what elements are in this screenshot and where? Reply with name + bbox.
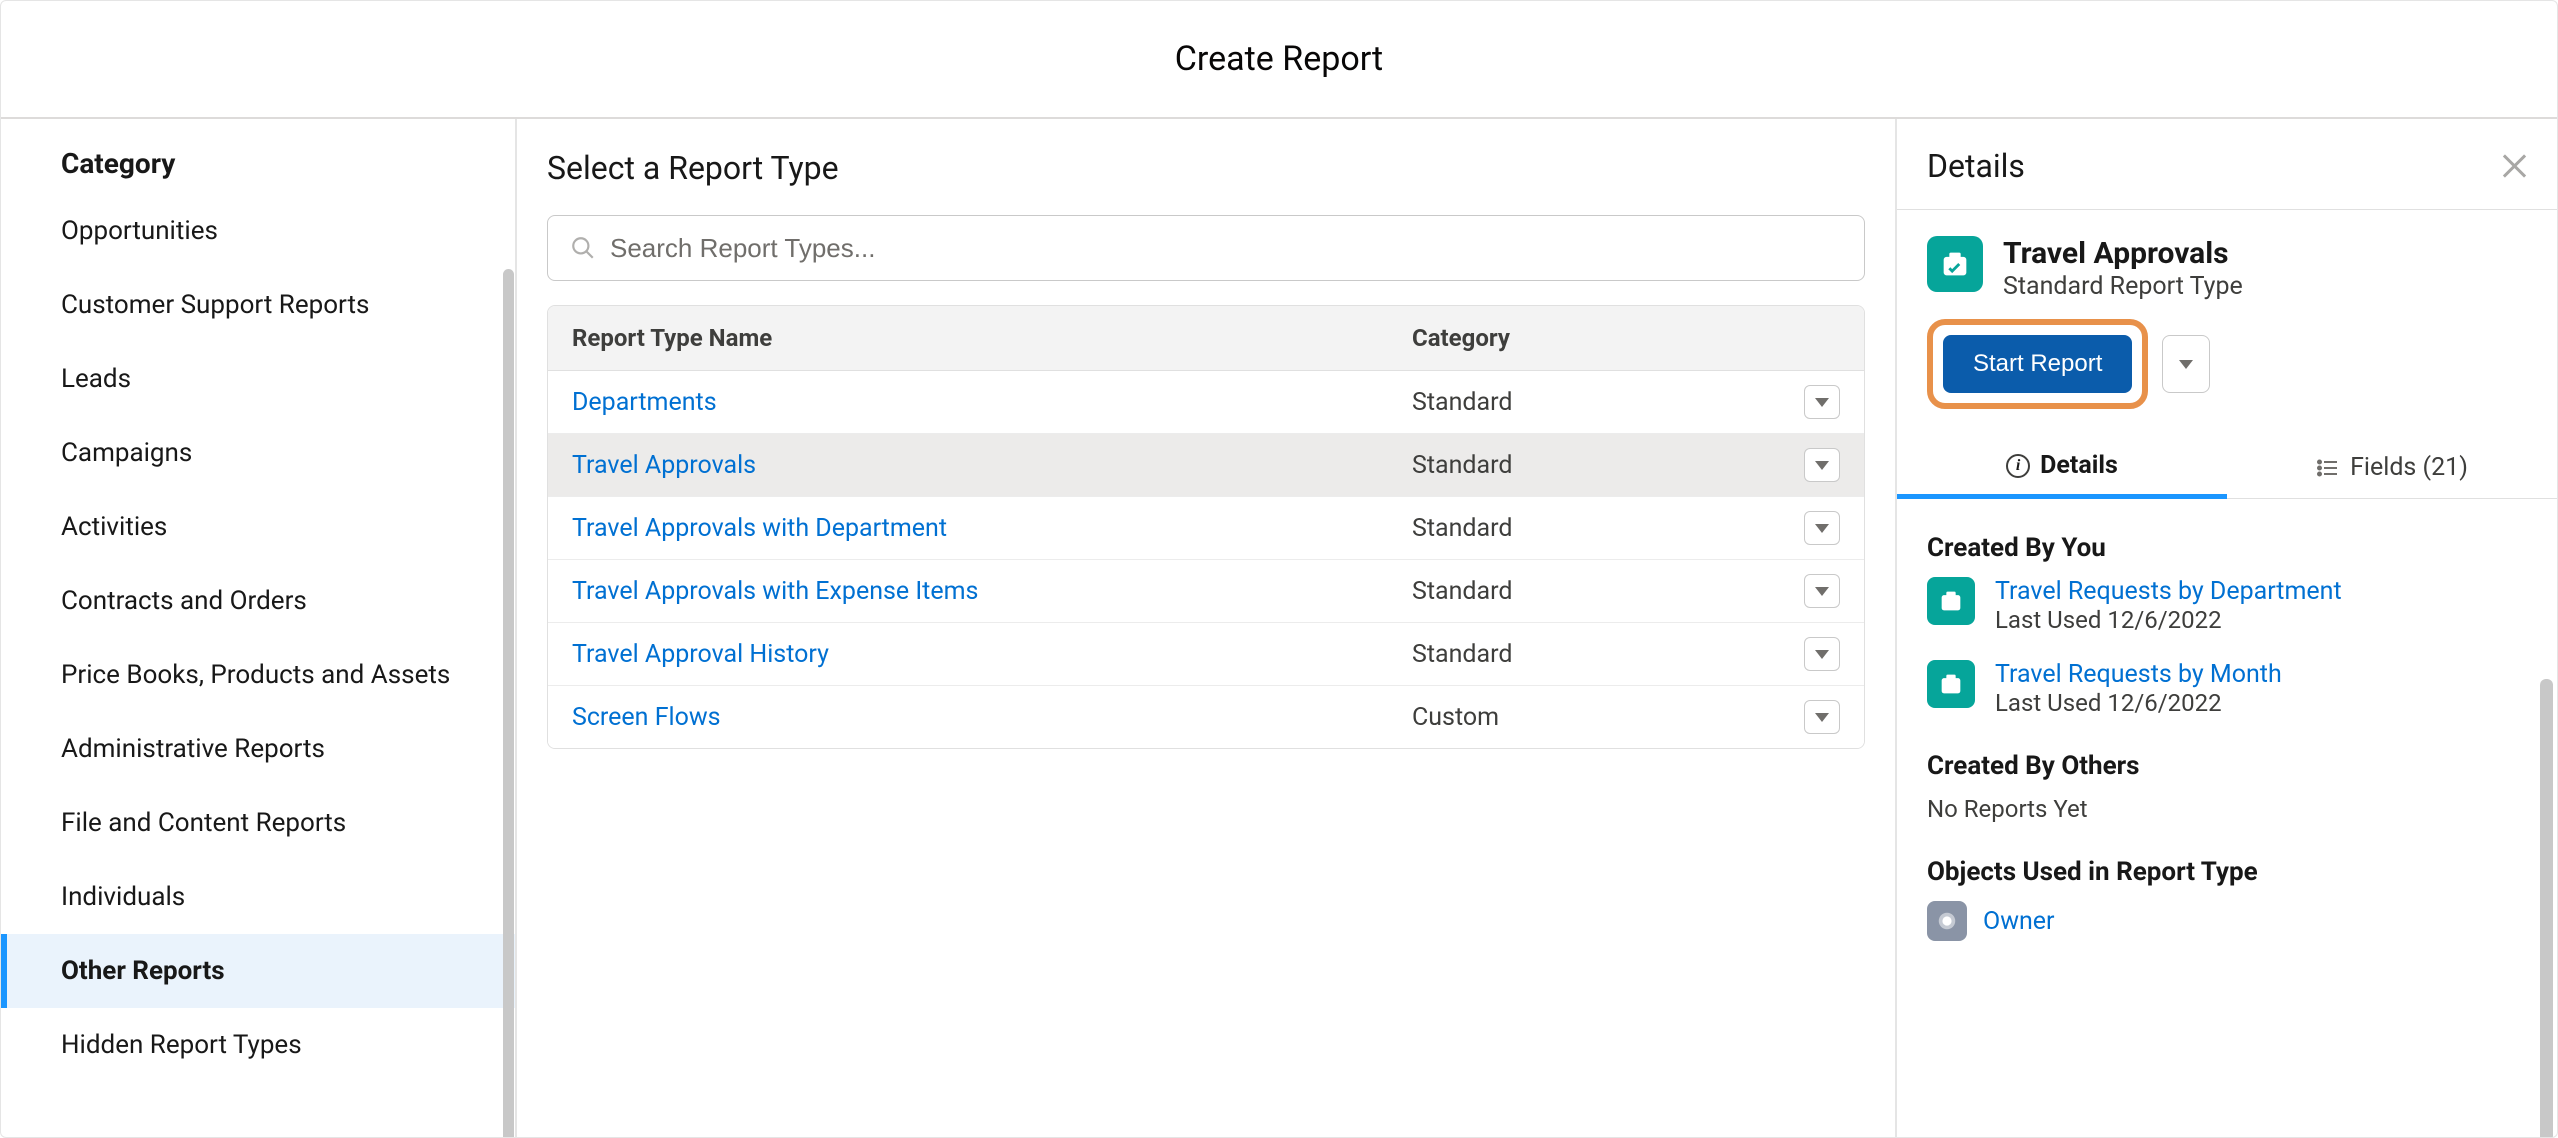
select-report-type-title: Select a Report Type [547,149,1865,187]
report-type-name[interactable]: Travel Approvals with Department [572,514,1412,543]
report-type-table: Report Type Name Category DepartmentsSta… [547,305,1865,749]
tab-fields[interactable]: Fields (21) [2227,437,2557,498]
category-sidebar: Category OpportunitiesCustomer Support R… [1,119,517,1137]
row-actions-dropdown[interactable] [1804,637,1840,671]
tab-fields-label: Fields (21) [2350,453,2468,482]
row-actions-dropdown[interactable] [1804,448,1840,482]
table-row[interactable]: DepartmentsStandard [548,371,1864,434]
table-row[interactable]: Travel Approval HistoryStandard [548,623,1864,686]
details-panel: Details Travel Approvals Standard Report… [1897,119,2557,1137]
object-icon [1927,901,1967,941]
table-row[interactable]: Travel Approvals with Expense ItemsStand… [548,560,1864,623]
tab-details-label: Details [2040,451,2118,480]
close-icon[interactable] [2501,153,2527,179]
objects-used-heading: Objects Used in Report Type [1927,857,2527,887]
object-title: Travel Approvals [2003,236,2243,272]
report-type-name[interactable]: Travel Approval History [572,640,1412,669]
sidebar-item[interactable]: Opportunities [1,194,515,268]
row-actions-dropdown[interactable] [1804,511,1840,545]
report-type-category: Standard [1412,451,1792,480]
chevron-down-icon [2179,360,2193,369]
table-header: Report Type Name Category [548,306,1864,371]
start-report-row: Start Report [1927,319,2527,409]
travel-approvals-icon [1927,236,1983,292]
tab-details[interactable]: i Details [1897,437,2227,499]
modal-body: Category OpportunitiesCustomer Support R… [1,119,2557,1137]
created-by-others-empty: No Reports Yet [1927,795,2527,823]
table-row[interactable]: Travel Approvals with DepartmentStandard [548,497,1864,560]
report-icon [1927,660,1975,708]
search-icon [570,235,596,261]
sidebar-item[interactable]: Administrative Reports [1,712,515,786]
row-actions-dropdown[interactable] [1804,385,1840,419]
created-by-others-heading: Created By Others [1927,751,2527,781]
sidebar-item[interactable]: Other Reports [1,934,515,1008]
sidebar-item[interactable]: Individuals [1,860,515,934]
table-row[interactable]: Travel ApprovalsStandard [548,434,1864,497]
object-subtitle: Standard Report Type [2003,272,2243,301]
report-type-name[interactable]: Travel Approvals with Expense Items [572,577,1412,606]
report-icon [1927,577,1975,625]
sidebar-item[interactable]: Price Books, Products and Assets [1,638,515,712]
report-last-used: Last Used 12/6/2022 [1995,689,2282,717]
chevron-down-icon [1815,461,1829,470]
sidebar-item[interactable]: Hidden Report Types [1,1008,515,1082]
sidebar-scrollbar[interactable] [503,269,514,1137]
search-input[interactable] [610,233,1842,264]
sidebar-item[interactable]: Contracts and Orders [1,564,515,638]
start-report-dropdown[interactable] [2162,335,2210,393]
report-type-category: Standard [1412,514,1792,543]
chevron-down-icon [1815,713,1829,722]
row-actions-dropdown[interactable] [1804,700,1840,734]
col-header-name: Report Type Name [572,324,1412,352]
report-type-panel: Select a Report Type Report Type Name Ca… [517,119,1897,1137]
details-tabs: i Details Fields (21) [1897,437,2557,499]
report-type-name[interactable]: Screen Flows [572,703,1412,732]
details-heading: Details [1927,147,2025,185]
report-link[interactable]: Travel Requests by Month [1995,660,2282,689]
sidebar-item[interactable]: Activities [1,490,515,564]
chevron-down-icon [1815,587,1829,596]
report-type-category: Standard [1412,640,1792,669]
search-report-types[interactable] [547,215,1865,281]
report-type-category: Custom [1412,703,1792,732]
recent-report-item: Travel Requests by DepartmentLast Used 1… [1927,577,2527,634]
row-actions-dropdown[interactable] [1804,574,1840,608]
report-type-name[interactable]: Departments [572,388,1412,417]
recent-report-item: Travel Requests by MonthLast Used 12/6/2… [1927,660,2527,717]
report-type-category: Standard [1412,388,1792,417]
object-link[interactable]: Owner [1983,907,2055,936]
col-header-category: Category [1412,324,1840,352]
sidebar-item[interactable]: Customer Support Reports [1,268,515,342]
chevron-down-icon [1815,524,1829,533]
info-icon: i [2006,454,2030,478]
divider [1897,209,2557,210]
sidebar-item[interactable]: Campaigns [1,416,515,490]
category-list: OpportunitiesCustomer Support ReportsLea… [1,194,515,1082]
report-type-name[interactable]: Travel Approvals [572,451,1412,480]
object-used-item: Owner [1927,901,2527,941]
report-link[interactable]: Travel Requests by Department [1995,577,2342,606]
table-row[interactable]: Screen FlowsCustom [548,686,1864,748]
list-icon [2316,456,2340,480]
report-type-category: Standard [1412,577,1792,606]
sidebar-item[interactable]: Leads [1,342,515,416]
sidebar-item[interactable]: File and Content Reports [1,786,515,860]
chevron-down-icon [1815,650,1829,659]
chevron-down-icon [1815,398,1829,407]
created-by-you-heading: Created By You [1927,533,2527,563]
start-report-button[interactable]: Start Report [1943,335,2132,393]
modal-header: Create Report [1,1,2557,119]
create-report-modal: Create Report Category OpportunitiesCust… [0,0,2558,1138]
report-last-used: Last Used 12/6/2022 [1995,606,2342,634]
modal-title: Create Report [1175,39,1383,79]
category-heading: Category [1,147,515,194]
details-scrollbar[interactable] [2540,679,2553,1137]
object-header: Travel Approvals Standard Report Type [1927,236,2527,301]
highlight-ring: Start Report [1927,319,2148,409]
